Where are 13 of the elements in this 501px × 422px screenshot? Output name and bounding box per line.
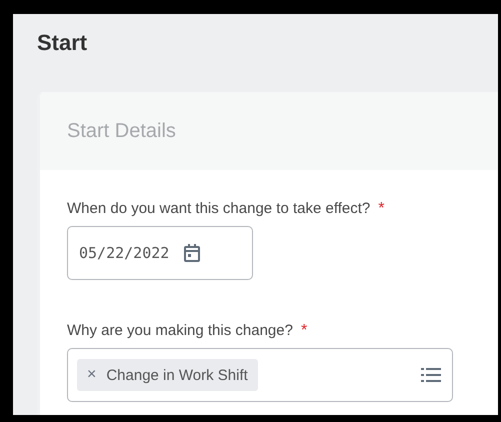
list-icon[interactable] <box>421 367 441 383</box>
field-label: Why are you making this change? <box>67 322 293 339</box>
selected-chip[interactable]: × Change in Work Shift <box>77 359 258 391</box>
calendar-icon[interactable] <box>183 243 202 263</box>
field-label: When do you want this change to take effect? <box>67 200 370 217</box>
page-title: Start <box>37 30 88 57</box>
section-title: Start Details <box>67 120 176 142</box>
date-field[interactable]: 05/22/2022 <box>67 226 253 280</box>
required-marker: * <box>300 322 308 340</box>
required-marker: * <box>378 200 384 218</box>
remove-button[interactable]: × <box>87 366 96 384</box>
chip-label: Change in Work Shift <box>106 366 248 384</box>
multiselect-field[interactable]: × Change in Work Shift <box>67 348 453 402</box>
